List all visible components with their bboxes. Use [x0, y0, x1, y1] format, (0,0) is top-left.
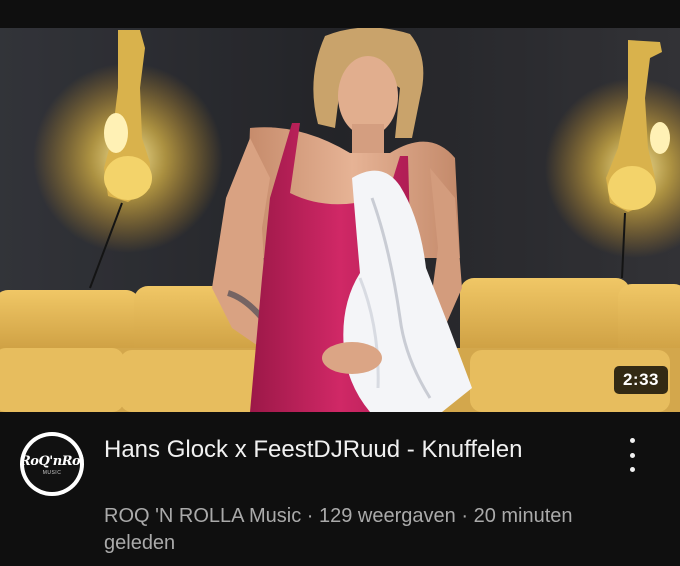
kebab-dot	[629, 438, 635, 443]
thumbnail-image	[0, 28, 680, 412]
channel-avatar[interactable]: RoQ'nRolla MUSIC	[20, 432, 84, 496]
kebab-dot	[629, 452, 635, 458]
avatar-logo-sub: MUSIC	[42, 470, 62, 476]
more-vert-icon[interactable]	[618, 438, 646, 472]
avatar-logo-text: RoQ'nRolla	[20, 454, 84, 469]
duration-badge: 2:33	[613, 366, 668, 394]
video-card: 2:33 RoQ'nRolla MUSIC Hans Glock x Feest…	[0, 0, 680, 566]
video-title[interactable]: Hans Glock x FeestDJRuud - Knuffelen	[104, 434, 584, 465]
video-thumbnail[interactable]: 2:33	[0, 28, 680, 412]
meta-separator: ·	[306, 505, 314, 527]
meta-separator: ·	[461, 505, 469, 527]
view-count: 129 weergaven	[319, 505, 456, 527]
kebab-dot	[629, 467, 635, 472]
video-metadata: ROQ 'N ROLLA Music · 129 weergaven · 20 …	[104, 503, 574, 557]
video-info: RoQ'nRolla MUSIC Hans Glock x FeestDJRuu…	[0, 412, 680, 566]
top-strip	[0, 0, 680, 28]
channel-name[interactable]: ROQ 'N ROLLA Music	[104, 505, 301, 527]
